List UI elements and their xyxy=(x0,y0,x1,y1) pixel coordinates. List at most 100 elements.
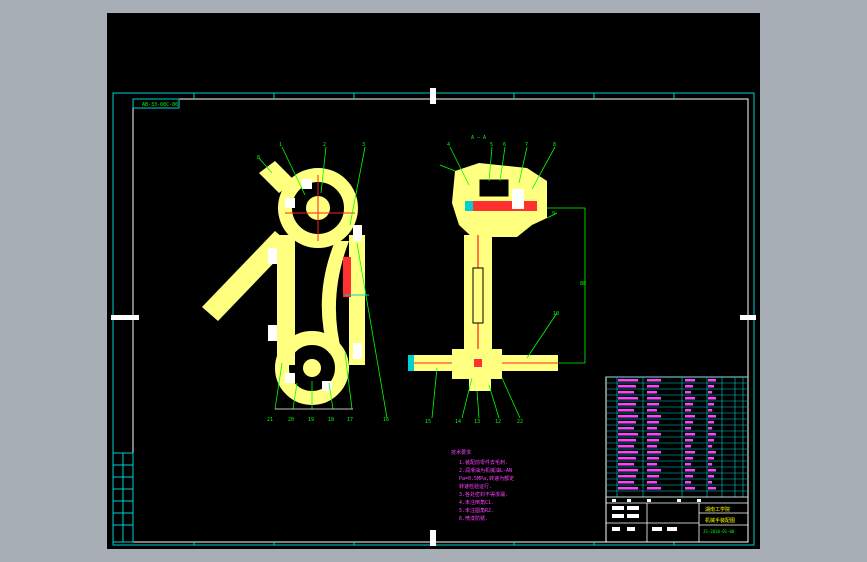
parts-cell-text xyxy=(708,469,716,472)
balloon-8: 8 xyxy=(553,142,556,148)
parts-cell-text xyxy=(618,475,636,478)
parts-cell-text xyxy=(685,379,695,382)
parts-cell-text xyxy=(685,451,695,454)
company-name: 湖南工学院 xyxy=(705,506,730,513)
parts-cell-text xyxy=(708,457,714,460)
parts-cell-text xyxy=(708,385,714,388)
left-view: 8 1 2 3 21 20 19 18 17 16 xyxy=(202,142,389,423)
parts-cell-text xyxy=(647,385,659,388)
balloon-16: 16 xyxy=(383,417,389,423)
parts-cell-text xyxy=(708,439,714,442)
label-9: 9 xyxy=(552,211,555,217)
parts-cell-text xyxy=(618,481,634,484)
balloon-7: 7 xyxy=(525,142,528,148)
balloon-6: 6 xyxy=(503,142,506,148)
parts-cell-text xyxy=(708,415,716,418)
center-mark-bottom xyxy=(430,530,436,546)
balloon-19: 19 xyxy=(308,417,314,423)
parts-cell-text xyxy=(708,445,712,448)
parts-cell-text xyxy=(618,385,636,388)
parts-cell-text xyxy=(685,415,695,418)
balloon-18: 18 xyxy=(328,417,334,423)
lower-hub xyxy=(303,359,321,377)
parts-cell-text xyxy=(647,379,661,382)
tech-note-3: Pa=0.5MPa,转速为额定 xyxy=(459,475,514,482)
tech-note-2: 2.润滑油为机械油L-AN xyxy=(459,467,512,474)
parts-cell-text xyxy=(647,463,657,466)
parts-cell-text xyxy=(647,397,661,400)
tech-note-7: 5.未注圆角R2. xyxy=(459,507,494,514)
balloon-2: 2 xyxy=(323,142,326,148)
parts-cell-text xyxy=(647,487,661,490)
parts-cell-text xyxy=(685,475,693,478)
parts-cell-text xyxy=(618,451,638,454)
balloon-14: 14 xyxy=(455,419,461,425)
tech-note-1: 1.装配前零件去毛刺. xyxy=(459,459,508,466)
parts-cell-text xyxy=(618,439,636,442)
balloon-1: 1 xyxy=(279,142,282,148)
tech-notes: 技术要求 1.装配前零件去毛刺. 2.润滑油为机械油L-AN Pa=0.5MPa… xyxy=(451,449,514,522)
parts-cell-text xyxy=(618,457,636,460)
dim-88: 88 xyxy=(580,281,586,287)
parts-cell-text xyxy=(647,451,661,454)
parts-cell-text xyxy=(618,445,634,448)
section-label: A — A xyxy=(471,135,486,141)
parts-cell-text xyxy=(618,403,636,406)
balloon-22: 22 xyxy=(517,419,523,425)
parts-cell-text xyxy=(618,487,638,490)
parts-cell-text xyxy=(647,421,659,424)
parts-cell-text xyxy=(618,421,636,424)
center-mark-right xyxy=(740,315,756,320)
parts-cell-text xyxy=(618,427,634,430)
parts-cell-text xyxy=(685,481,691,484)
parts-cell-text xyxy=(685,457,693,460)
balloon-12: 12 xyxy=(495,419,501,425)
parts-cell-text xyxy=(708,433,716,436)
parts-cell-text xyxy=(647,469,661,472)
parts-cell-text xyxy=(647,481,657,484)
cad-drawing: AB-33-00C-00 8 1 2 3 21 20 19 18 17 16 A… xyxy=(111,88,756,546)
parts-cell-text xyxy=(685,463,691,466)
parts-cell-text xyxy=(708,475,714,478)
parts-cell-text xyxy=(708,487,716,490)
tech-note-5: 3.各处密封不得渗漏. xyxy=(459,491,508,498)
parts-cell-text xyxy=(685,439,693,442)
tech-note-6: 4.未注倒角C1. xyxy=(459,499,494,506)
parts-cell-text xyxy=(685,487,695,490)
tech-note-4: 转速检验运行. xyxy=(459,483,492,490)
parts-cell-text xyxy=(647,415,661,418)
parts-cell-text xyxy=(618,415,638,418)
parts-cell-text xyxy=(618,379,638,382)
parts-cell-text xyxy=(618,433,638,436)
parts-cell-text xyxy=(685,433,695,436)
balloon-13: 13 xyxy=(474,419,480,425)
parts-cell-text xyxy=(647,391,657,394)
center-mark-top xyxy=(430,88,436,104)
parts-cell-text xyxy=(685,427,691,430)
title-block: 湖南工学院 机械手装配图 JS-2010-01-00 xyxy=(605,376,749,543)
balloon-21: 21 xyxy=(267,417,273,423)
parts-cell-text xyxy=(647,439,659,442)
parts-cell-text xyxy=(708,427,712,430)
tech-title: 技术要求 xyxy=(451,449,471,456)
parts-cell-text xyxy=(647,475,659,478)
balloon-4: 4 xyxy=(447,142,450,148)
revision-strip xyxy=(112,452,134,543)
parts-cell-text xyxy=(647,433,661,436)
parts-cell-text xyxy=(685,409,691,412)
right-view: A — A 88 4 5 6 7 8 9 10 15 14 13 12 22 xyxy=(408,135,586,425)
parts-cell-text xyxy=(618,463,634,466)
drawing-sheet: AB-33-00C-00 8 1 2 3 21 20 19 18 17 16 A… xyxy=(107,13,760,549)
top-shaft xyxy=(465,201,537,211)
parts-cell-text xyxy=(708,421,714,424)
parts-cell-text xyxy=(618,397,638,400)
balloon-3: 3 xyxy=(362,142,365,148)
parts-cell-text xyxy=(708,379,716,382)
balloon-15: 15 xyxy=(425,419,431,425)
parts-cell-text xyxy=(685,469,695,472)
parts-cell-text xyxy=(618,391,634,394)
parts-cell-text xyxy=(685,391,691,394)
parts-cell-text xyxy=(647,457,659,460)
parts-cell-text xyxy=(708,451,716,454)
balloon-20: 20 xyxy=(288,417,294,423)
